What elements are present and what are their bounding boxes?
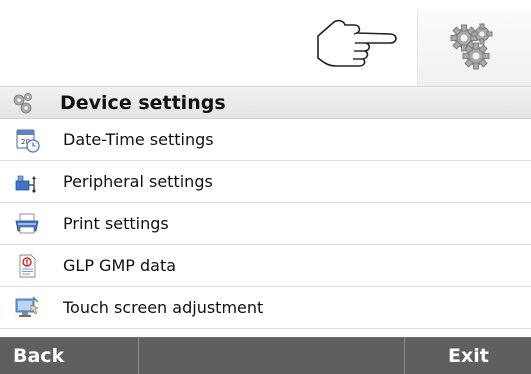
menu-item-label: Date-Time settings — [63, 130, 214, 149]
footer-empty-slot — [138, 338, 405, 374]
settings-menu-list: 20 Date-Time settings Peripheral setting… — [0, 119, 531, 329]
gears-icon — [450, 23, 493, 70]
menu-item-glp-gmp-data[interactable]: GLP GMP data — [0, 245, 531, 287]
touch-screen-icon — [15, 296, 39, 317]
menu-item-date-time-settings[interactable]: 20 Date-Time settings — [0, 119, 531, 161]
menu-item-peripheral-settings[interactable]: Peripheral settings — [0, 161, 531, 203]
menu-item-label: Print settings — [63, 214, 169, 233]
device-settings-screen: Device settings 20 Date-Time settings Pe… — [0, 0, 531, 374]
menu-item-label: Touch screen adjustment — [63, 298, 264, 317]
top-toolbar — [0, 0, 531, 86]
peripheral-device-icon — [15, 175, 36, 193]
calendar-clock-icon: 20 — [16, 129, 40, 153]
printer-icon — [15, 213, 39, 234]
footer-bar: Back Exit — [0, 337, 531, 374]
gears-icon — [13, 93, 32, 114]
settings-header: Device settings — [0, 86, 531, 119]
menu-item-label: GLP GMP data — [63, 256, 177, 275]
glp-document-icon — [19, 254, 36, 278]
menu-item-label: Peripheral settings — [63, 172, 213, 191]
menu-item-touch-screen-adjustment[interactable]: Touch screen adjustment — [0, 287, 531, 329]
gears-tab-button[interactable] — [417, 10, 531, 86]
page-title: Device settings — [60, 92, 226, 114]
back-button[interactable]: Back — [0, 338, 138, 374]
pointing-hand-icon[interactable] — [314, 14, 406, 74]
exit-button[interactable]: Exit — [405, 338, 531, 374]
menu-item-print-settings[interactable]: Print settings — [0, 203, 531, 245]
